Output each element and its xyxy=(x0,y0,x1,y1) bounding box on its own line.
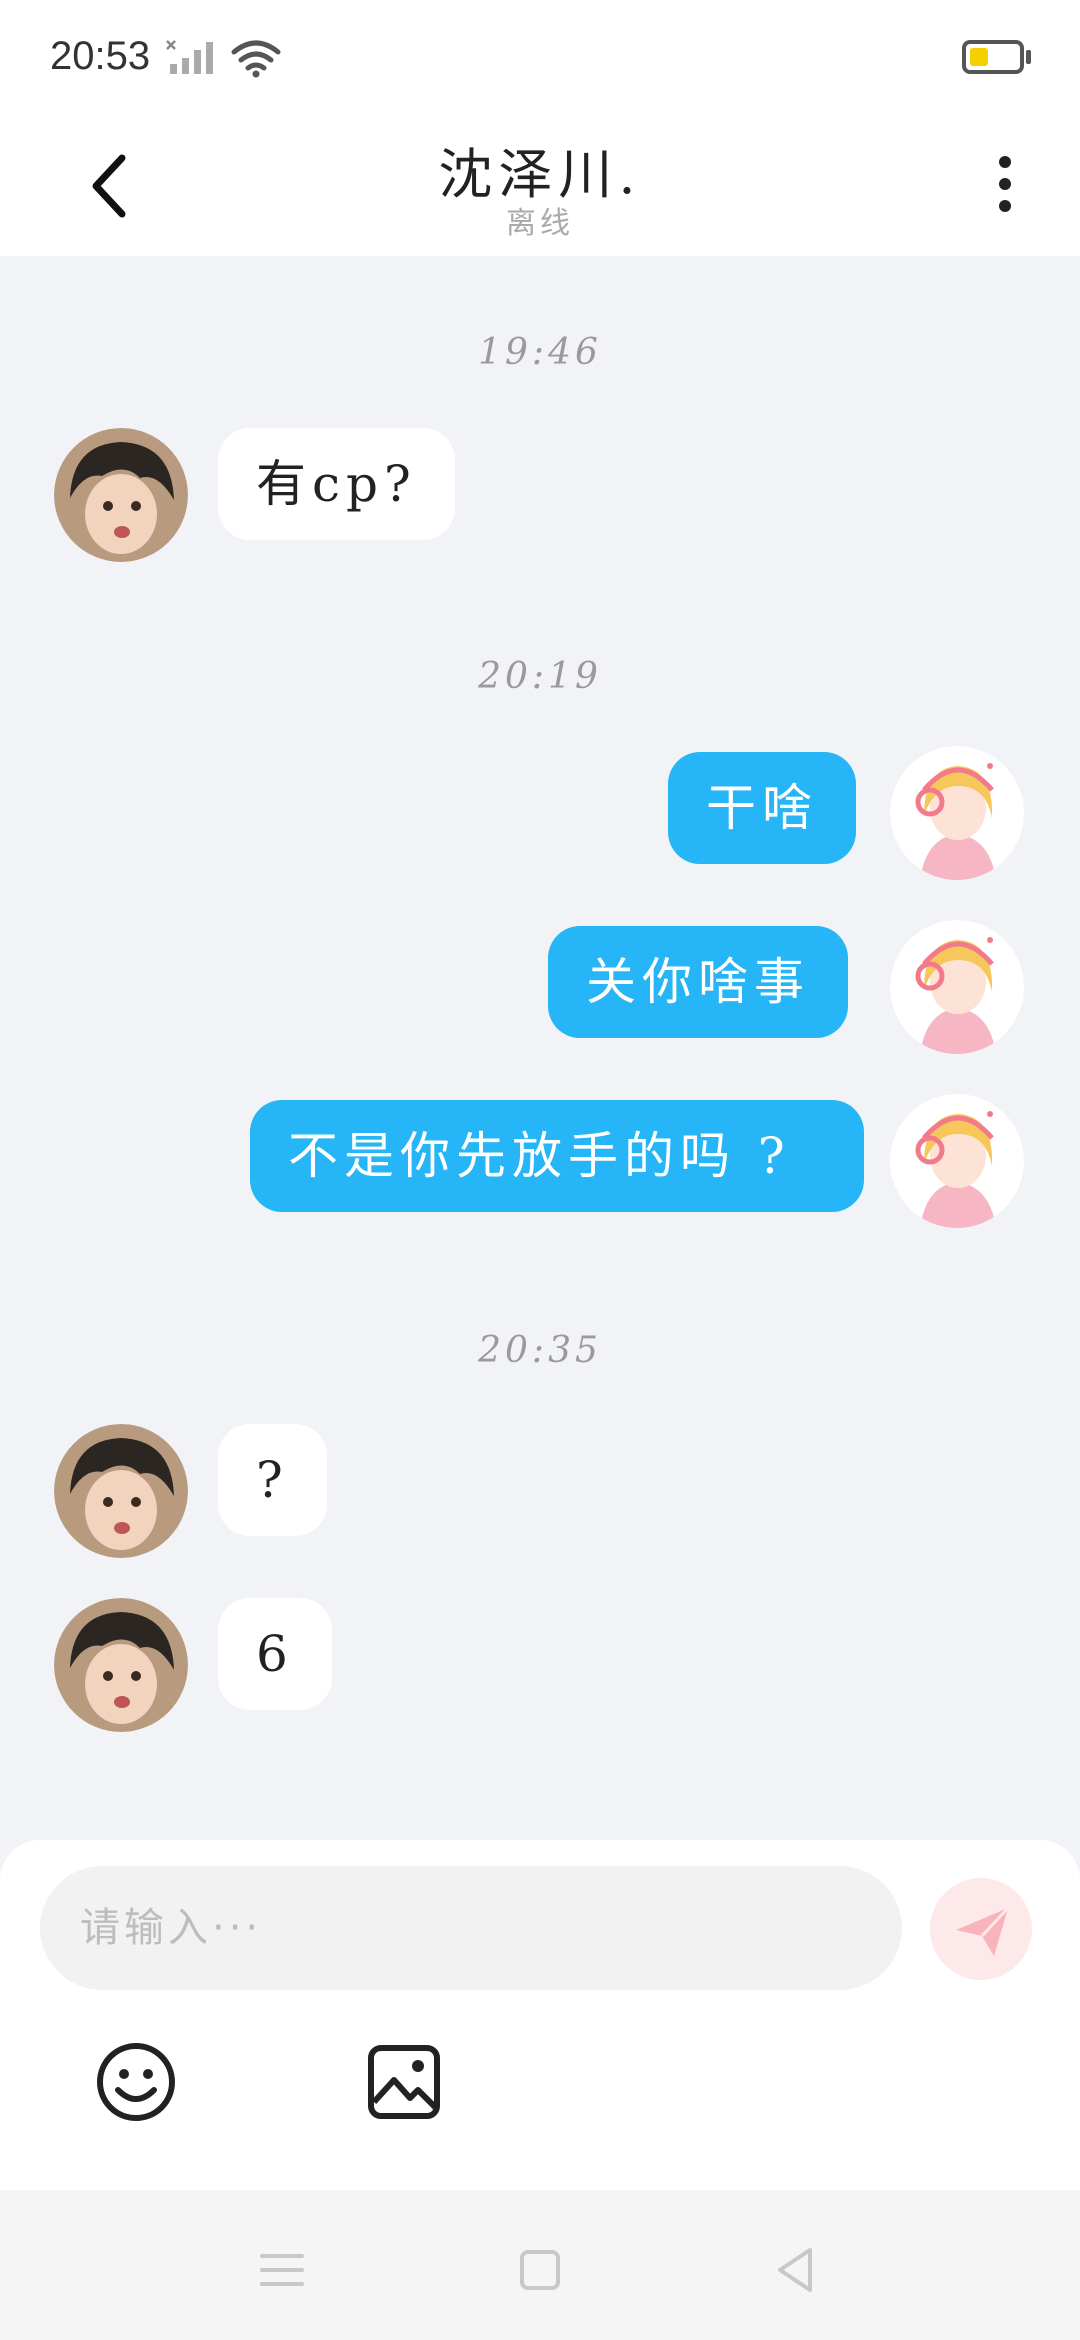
battery-tip xyxy=(1026,50,1031,64)
my-avatar[interactable] xyxy=(890,1094,1024,1228)
my-avatar[interactable] xyxy=(890,920,1024,1054)
status-bar: 20:53 xyxy=(0,0,1080,120)
contact-avatar[interactable] xyxy=(54,428,188,562)
system-nav-bar xyxy=(0,2190,1080,2340)
composer-panel xyxy=(0,1840,1080,2190)
message-bubble-incoming[interactable]: 6 xyxy=(218,1598,332,1710)
send-button[interactable] xyxy=(930,1878,1032,1980)
signal-no-service-icon xyxy=(166,40,213,74)
battery-low-icon xyxy=(962,40,1024,74)
smiley-icon[interactable] xyxy=(94,2040,178,2124)
triangle-back-icon[interactable] xyxy=(766,2240,826,2300)
chat-header: 沈泽川. 离线 xyxy=(0,120,1080,256)
timestamp: 20:19 xyxy=(478,656,602,697)
menu-icon[interactable] xyxy=(252,2240,312,2300)
image-icon[interactable] xyxy=(366,2040,442,2124)
more-vertical-icon[interactable] xyxy=(990,146,1020,226)
square-home-icon[interactable] xyxy=(510,2240,570,2300)
my-avatar[interactable] xyxy=(890,746,1024,880)
message-bubble-outgoing[interactable]: 干啥 xyxy=(668,752,856,864)
battery-level xyxy=(970,48,988,66)
message-bubble-outgoing[interactable]: 关你啥事 xyxy=(548,926,848,1038)
message-bubble-incoming[interactable]: 有cp? xyxy=(218,428,455,540)
contact-avatar[interactable] xyxy=(54,1598,188,1732)
message-bubble-outgoing[interactable]: 不是你先放手的吗 ? xyxy=(250,1100,864,1212)
message-bubble-incoming[interactable]: ? xyxy=(218,1424,327,1536)
wifi-icon xyxy=(231,40,281,78)
status-time: 20:53 xyxy=(50,34,151,78)
message-list[interactable]: 19:46 有cp? 20:19 干啥 关你啥事 不是你先放手的吗 ? 20:3… xyxy=(0,256,1080,1840)
contact-avatar[interactable] xyxy=(54,1424,188,1558)
paper-plane-icon xyxy=(956,1906,1010,1956)
timestamp: 20:35 xyxy=(478,1330,602,1371)
contact-status: 离线 xyxy=(506,206,574,241)
timestamp: 19:46 xyxy=(478,332,602,373)
message-input[interactable] xyxy=(40,1866,902,1990)
